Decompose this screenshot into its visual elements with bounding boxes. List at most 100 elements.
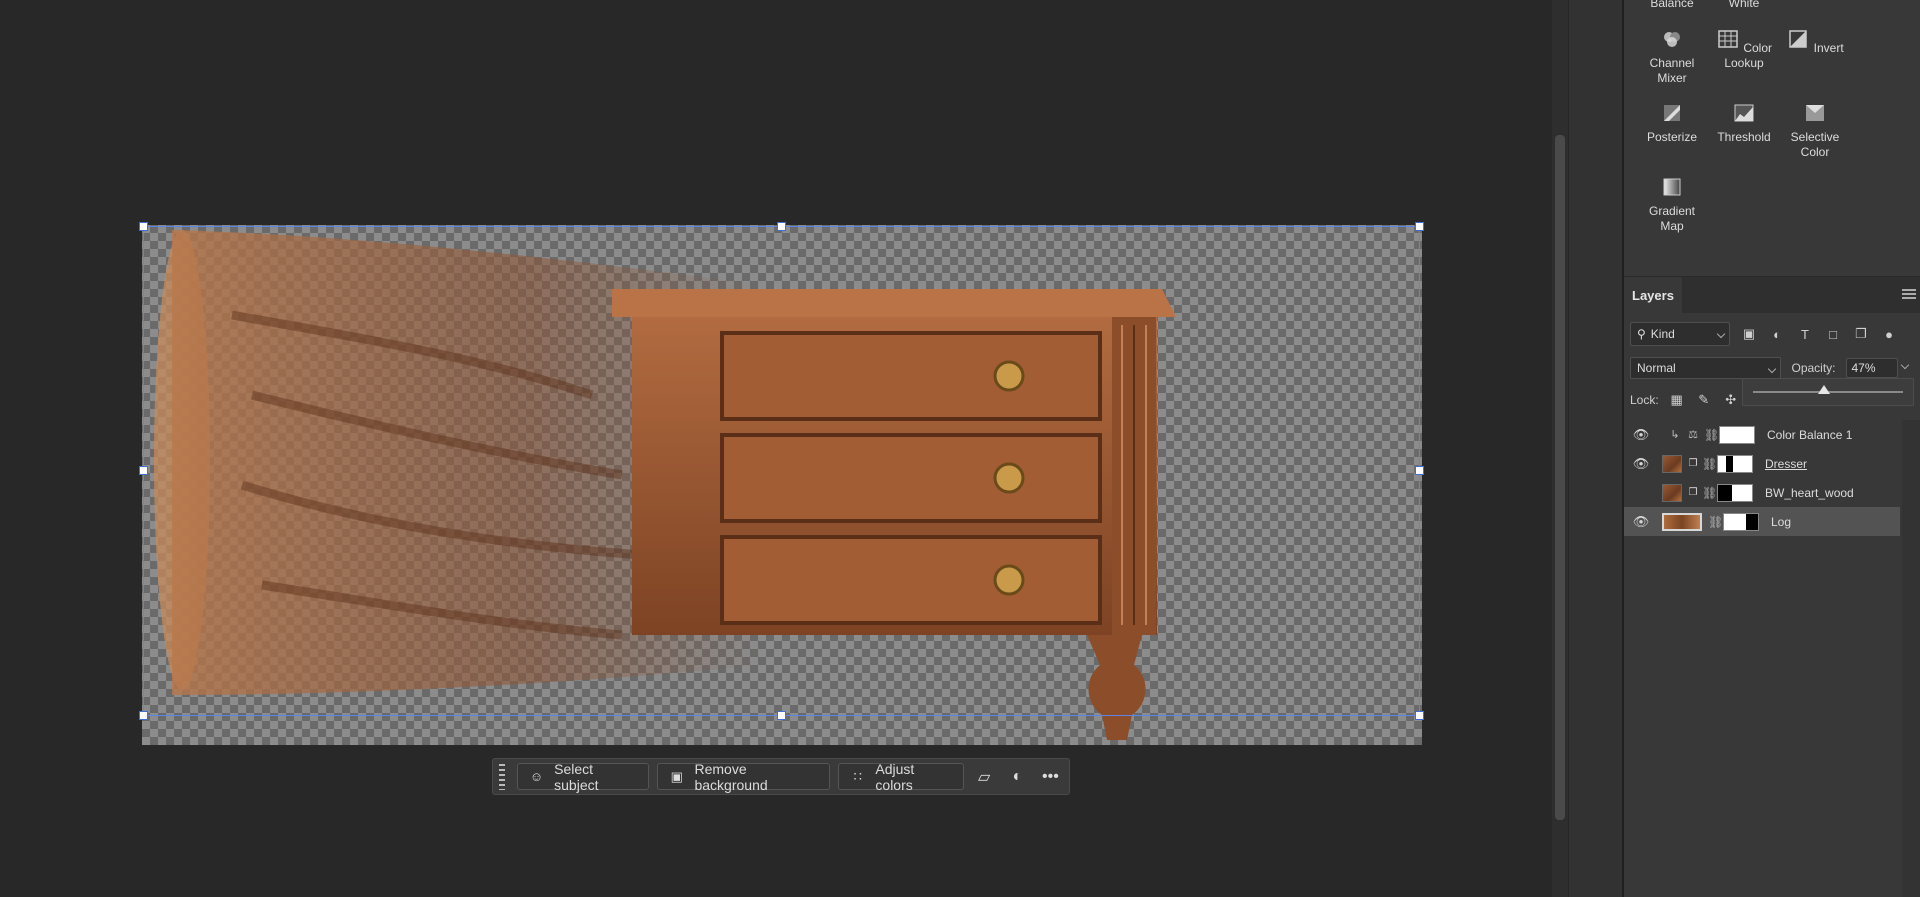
adjustment-black-white-label[interactable]: White bbox=[1708, 0, 1780, 11]
adjustment-circle-icon[interactable]: ◐ bbox=[1005, 764, 1030, 790]
opacity-dropdown-icon[interactable] bbox=[1900, 360, 1910, 370]
selective-color-label: Selective Color bbox=[1790, 130, 1840, 159]
layer-thumbnail[interactable] bbox=[1662, 512, 1702, 531]
chevron-down-icon bbox=[1768, 364, 1777, 374]
lock-transparency-icon[interactable]: ▦ bbox=[1668, 391, 1686, 409]
smart-object-icon: ❐ bbox=[1688, 458, 1698, 469]
channel-mixer-label: Channel Mixer bbox=[1649, 56, 1695, 85]
invert-label: Invert bbox=[1813, 41, 1844, 55]
filter-kind-value: Kind bbox=[1650, 327, 1675, 341]
adjustment-gradient-map[interactable]: Gradient Map bbox=[1636, 178, 1708, 234]
opacity-slider-popup[interactable] bbox=[1742, 378, 1914, 406]
layer-name[interactable]: BW_heart_wood bbox=[1765, 486, 1854, 500]
transform-handle-top-center[interactable] bbox=[777, 222, 786, 231]
layer-mask-thumbnail[interactable] bbox=[1717, 454, 1753, 473]
link-chain-icon[interactable]: ⛓ bbox=[1702, 486, 1717, 500]
gradient-map-label: Gradient Map bbox=[1648, 204, 1696, 233]
adjust-colors-icon: ∷ bbox=[853, 768, 862, 784]
layer-mask-thumbnail[interactable] bbox=[1717, 483, 1753, 502]
gradient-map-icon bbox=[1663, 178, 1681, 196]
smart-object-icon: ❐ bbox=[1688, 487, 1698, 498]
link-chain-icon[interactable]: ⛓ bbox=[1708, 515, 1723, 529]
image-icon: ▣ bbox=[670, 768, 683, 784]
layer-thumbnail[interactable] bbox=[1662, 483, 1682, 502]
panel-dock-gutter bbox=[1568, 0, 1624, 897]
filter-kind-select[interactable]: ⚲ Kind bbox=[1630, 322, 1730, 346]
layer-mask-thumbnail[interactable] bbox=[1719, 425, 1755, 444]
select-subject-icon: ☺ bbox=[529, 769, 544, 784]
transform-handle-middle-right[interactable] bbox=[1415, 466, 1424, 475]
select-subject-label: Select subject bbox=[554, 760, 599, 793]
layer-filter-row: ⚲ Kind ▣ ◐ T □ ❐ ● bbox=[1630, 321, 1914, 347]
drag-grip-icon[interactable] bbox=[499, 763, 505, 790]
lock-position-icon[interactable]: ✣ bbox=[1722, 391, 1740, 409]
layer-thumbnail[interactable] bbox=[1662, 454, 1682, 473]
photoshop-window: ☺ Select subject ▣ Remove background ∷ A… bbox=[0, 0, 1920, 897]
select-subject-button[interactable]: ☺ Select subject bbox=[516, 760, 650, 793]
layer-row-bw-heart-wood[interactable]: 👁 ❐ ⛓ BW_heart_wood bbox=[1624, 478, 1900, 507]
adjustment-invert[interactable]: Invert bbox=[1779, 30, 1851, 56]
filter-toggle-icon[interactable]: ● bbox=[1880, 325, 1898, 343]
contextual-task-bar: ☺ Select subject ▣ Remove background ∷ A… bbox=[492, 758, 1070, 795]
remove-background-button[interactable]: ▣ Remove background bbox=[657, 760, 831, 793]
opacity-value: 47% bbox=[1851, 361, 1876, 375]
lock-label: Lock: bbox=[1630, 393, 1659, 407]
more-options-icon[interactable]: ••• bbox=[1038, 764, 1063, 790]
invert-icon bbox=[1789, 30, 1808, 48]
transform-handle-top-right[interactable] bbox=[1415, 222, 1424, 231]
transform-handle-bottom-right[interactable] bbox=[1415, 711, 1424, 720]
remove-background-label: Remove background bbox=[694, 760, 768, 793]
transform-handle-bottom-left[interactable] bbox=[139, 711, 148, 720]
adjustment-threshold[interactable]: Threshold bbox=[1708, 104, 1780, 145]
transform-icon[interactable]: ▱ bbox=[972, 764, 997, 790]
layer-name[interactable]: Dresser bbox=[1765, 457, 1807, 471]
panel-menu-icon[interactable] bbox=[1902, 289, 1916, 299]
transform-bounding-box[interactable] bbox=[143, 226, 1420, 716]
blend-mode-select[interactable]: Normal bbox=[1630, 357, 1782, 379]
transform-handle-middle-left[interactable] bbox=[139, 466, 148, 475]
adjustment-channel-mixer[interactable]: Channel Mixer bbox=[1636, 30, 1708, 86]
adjustment-layer-filter-icon[interactable]: ◐ bbox=[1768, 325, 1786, 343]
opacity-input[interactable]: 47% bbox=[1845, 358, 1899, 378]
opacity-slider-thumb[interactable] bbox=[1817, 385, 1830, 394]
shape-layer-filter-icon[interactable]: □ bbox=[1824, 325, 1842, 343]
layer-name[interactable]: Log bbox=[1771, 515, 1791, 529]
canvas-scroll-thumb[interactable] bbox=[1555, 135, 1565, 820]
layers-panel-scrollbar[interactable] bbox=[1902, 420, 1920, 897]
link-chain-icon[interactable]: ⛓ bbox=[1702, 457, 1717, 471]
right-panel: Balance White Channel Mixer Color Lookup… bbox=[1624, 0, 1920, 897]
pixel-layer-filter-icon[interactable]: ▣ bbox=[1740, 325, 1758, 343]
transform-handle-bottom-center[interactable] bbox=[777, 711, 786, 720]
adjustment-color-lookup[interactable]: Color Lookup bbox=[1708, 30, 1780, 71]
visibility-eye-icon[interactable]: 👁 bbox=[1630, 514, 1652, 529]
smart-object-filter-icon[interactable]: ❐ bbox=[1852, 325, 1870, 343]
canvas-area[interactable]: ☺ Select subject ▣ Remove background ∷ A… bbox=[0, 0, 1552, 897]
adjustment-posterize[interactable]: Posterize bbox=[1636, 104, 1708, 145]
adjustments-panel: Balance White Channel Mixer Color Lookup… bbox=[1624, 0, 1920, 272]
visibility-off-toggle[interactable]: 👁 bbox=[1630, 486, 1652, 500]
lock-pixels-icon[interactable]: ✎ bbox=[1695, 391, 1713, 409]
tab-layers[interactable]: Layers bbox=[1624, 277, 1682, 313]
channel-mixer-icon bbox=[1664, 32, 1680, 47]
chevron-down-icon bbox=[1716, 329, 1726, 339]
layer-row-dresser[interactable]: 👁 ❐ ⛓ Dresser bbox=[1624, 449, 1900, 478]
type-layer-filter-icon[interactable]: T bbox=[1796, 325, 1814, 343]
visibility-eye-icon[interactable]: 👁 bbox=[1630, 456, 1652, 471]
visibility-eye-icon[interactable]: 👁 bbox=[1630, 427, 1652, 442]
blend-opacity-row: Normal Opacity: 47% bbox=[1630, 356, 1914, 380]
blend-mode-value: Normal bbox=[1637, 361, 1676, 375]
threshold-icon bbox=[1734, 104, 1754, 122]
posterize-icon bbox=[1664, 105, 1680, 121]
layer-name[interactable]: Color Balance 1 bbox=[1767, 428, 1852, 442]
link-chain-icon[interactable]: ⛓ bbox=[1704, 428, 1719, 442]
layer-mask-thumbnail[interactable] bbox=[1723, 512, 1759, 531]
adjustment-color-balance-label[interactable]: Balance bbox=[1636, 0, 1708, 11]
layers-tab-bar: Layers bbox=[1624, 277, 1920, 313]
adjust-colors-button[interactable]: ∷ Adjust colors bbox=[838, 760, 964, 793]
adjustment-selective-color[interactable]: Selective Color bbox=[1779, 104, 1851, 160]
adjust-colors-label: Adjust colors bbox=[875, 760, 915, 793]
selective-color-icon bbox=[1806, 105, 1824, 121]
layer-row-log[interactable]: 👁 ⛓ Log bbox=[1624, 507, 1900, 536]
transform-handle-top-left[interactable] bbox=[139, 222, 148, 231]
layer-row-color-balance[interactable]: 👁 ↳ ⚖ ⛓ Color Balance 1 bbox=[1624, 420, 1900, 449]
